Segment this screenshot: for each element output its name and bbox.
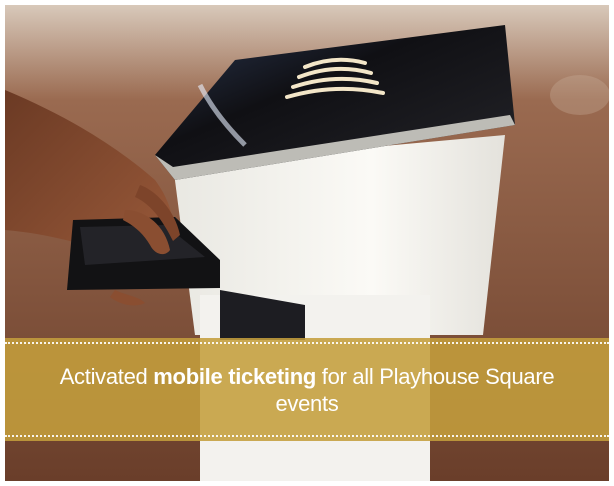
caption-highlight: mobile ticketing (153, 363, 316, 389)
caption-text: Activated mobile ticketing for all Playh… (37, 363, 577, 417)
photo-frame: Activated mobile ticketing for all Playh… (5, 5, 609, 481)
caption-before: Activated (59, 363, 154, 389)
caption-banner: Activated mobile ticketing for all Playh… (5, 338, 609, 441)
floor-pattern (550, 75, 609, 115)
caption-after: for all Playhouse Square events (275, 363, 555, 416)
